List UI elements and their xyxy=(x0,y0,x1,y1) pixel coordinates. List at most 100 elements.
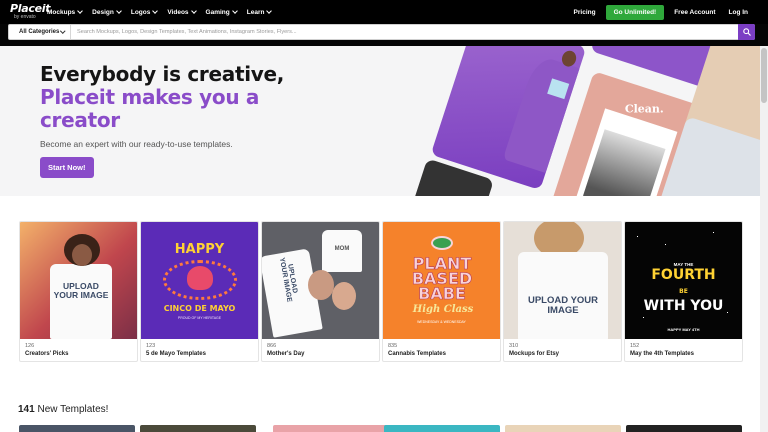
category-count: 866 xyxy=(267,343,277,349)
with-you-text: WITH YOU xyxy=(643,298,724,314)
happy-may-4th-text: HAPPY MAY 4TH xyxy=(667,327,700,332)
chevron-down-icon xyxy=(77,8,84,14)
go-unlimited-button[interactable]: Go Unlimited! xyxy=(605,4,665,20)
category-title: Creators' Picks xyxy=(25,351,69,357)
model-face xyxy=(72,244,92,266)
search-icon xyxy=(742,28,751,36)
category-title: Mother's Day xyxy=(267,351,305,357)
category-select-value: All Categories xyxy=(19,29,60,35)
category-thumbnail: UPLOAD YOUR IMAGE MOM xyxy=(262,222,379,339)
poster-clean-text: Clean. xyxy=(624,102,664,116)
menu-videos[interactable]: Videos xyxy=(167,8,197,16)
new-templates-row xyxy=(19,425,743,432)
top-navigation-bar: Placeit by envato Mockups Design Logos V… xyxy=(0,0,768,24)
menu-logos[interactable]: Logos xyxy=(130,8,159,16)
category-card-cannabis[interactable]: PLANT BASED BABE High Class WEDNESDAY & … xyxy=(382,221,501,362)
menu-learn[interactable]: Learn xyxy=(246,8,273,16)
fourth-headline: FOURTH BE WITH YOU xyxy=(625,268,742,313)
mayo-name-text: CINCO DE MAYO xyxy=(163,304,236,313)
login-link[interactable]: Log In xyxy=(729,9,749,16)
category-count: 835 xyxy=(388,343,398,349)
template-thumbnail[interactable] xyxy=(505,425,621,432)
poster-frame xyxy=(575,108,678,196)
logo-wordmark: Placeit xyxy=(10,2,51,15)
category-title: 5 de Mayo Templates xyxy=(146,351,206,357)
template-thumbnail[interactable] xyxy=(140,425,256,432)
category-thumbnail: MAY THE FOURTH BE WITH YOU HAPPY MAY 4TH xyxy=(625,222,742,339)
new-templates-heading: 141 New Templates! xyxy=(18,404,108,415)
menu-gaming[interactable]: Gaming xyxy=(205,8,238,16)
chevron-down-icon xyxy=(116,8,122,14)
hero-collage-image: Clean. xyxy=(408,46,768,196)
scrollbar-thumb[interactable] xyxy=(761,48,767,103)
new-templates-label: New Templates! xyxy=(37,404,109,415)
category-count: 152 xyxy=(630,343,640,349)
category-card-mothers-day[interactable]: UPLOAD YOUR IMAGE MOM 866 Mother's Day xyxy=(261,221,380,362)
hero-title-line2: Placeit makes you a creator xyxy=(40,85,260,132)
category-select[interactable]: All Categories xyxy=(9,25,71,39)
search-bar: All Categories xyxy=(0,24,768,46)
category-card-may-the-4th[interactable]: MAY THE FOURTH BE WITH YOU HAPPY MAY 4TH… xyxy=(624,221,743,362)
poster-photo xyxy=(583,129,666,196)
shirt-mom-text: MOM xyxy=(334,246,350,252)
template-thumbnail[interactable] xyxy=(273,425,389,432)
category-card-etsy[interactable]: UPLOAD YOUR IMAGE 310 Mockups for Etsy xyxy=(503,221,622,362)
shirt-upload-text: UPLOAD YOUR IMAGE xyxy=(53,281,109,300)
menu-learn-label: Learn xyxy=(246,8,265,16)
category-title: Mockups for Etsy xyxy=(509,351,560,357)
person-face xyxy=(332,282,356,310)
search-button[interactable] xyxy=(738,24,755,40)
new-templates-count: 141 xyxy=(18,404,35,415)
category-title: Cannabis Templates xyxy=(388,351,446,357)
placeit-logo[interactable]: Placeit by envato xyxy=(10,3,50,20)
account-links: Pricing Go Unlimited! Free Account Log I… xyxy=(574,0,748,24)
hero-subtitle: Become an expert with our ready-to-use t… xyxy=(40,139,233,149)
star-icon xyxy=(643,317,644,318)
search-box: All Categories xyxy=(8,24,755,40)
heart-icon xyxy=(187,266,213,290)
high-class-text: High Class xyxy=(412,304,474,315)
menu-design[interactable]: Design xyxy=(92,8,122,16)
category-card-cinco-de-mayo[interactable]: HAPPY CINCO DE MAYO PROUD OF MY HERITAGE… xyxy=(140,221,259,362)
category-card-creators-picks[interactable]: UPLOAD YOUR IMAGE 126 Creators' Picks xyxy=(19,221,138,362)
star-icon xyxy=(713,232,714,233)
page-scrollbar[interactable] xyxy=(760,46,768,432)
hero-banner: Everybody is creative, Placeit makes you… xyxy=(0,46,768,196)
mayo-proud-text: PROUD OF MY HERITAGE xyxy=(177,316,222,320)
template-thumbnail[interactable] xyxy=(19,425,135,432)
hero-title-line1: Everybody is creative, xyxy=(40,62,285,86)
template-thumbnail[interactable] xyxy=(626,425,742,432)
menu-mockups-label: Mockups xyxy=(47,8,76,16)
leaf-icon xyxy=(431,236,453,250)
chevron-down-icon xyxy=(152,8,159,14)
star-icon xyxy=(665,244,666,245)
be-text: BE xyxy=(679,288,688,295)
strain-text: WEDNESDAY & WEDNESDAY xyxy=(417,320,466,324)
menu-design-label: Design xyxy=(92,8,114,16)
category-thumbnail: PLANT BASED BABE High Class WEDNESDAY & … xyxy=(383,222,500,339)
menu-logos-label: Logos xyxy=(130,8,151,16)
star-icon xyxy=(637,236,638,237)
mom-shirt-graphic: MOM xyxy=(322,230,362,272)
pricing-link[interactable]: Pricing xyxy=(574,9,596,16)
fourth-text: FOURTH xyxy=(651,267,716,283)
category-carousel: UPLOAD YOUR IMAGE 126 Creators' Picks HA… xyxy=(19,221,743,363)
shirt-upload-text: UPLOAD YOUR IMAGE xyxy=(277,257,299,303)
tshirt-graphic: UPLOAD YOUR IMAGE xyxy=(50,264,112,339)
search-input[interactable] xyxy=(71,25,738,39)
category-count: 126 xyxy=(25,343,35,349)
hero-title: Everybody is creative, Placeit makes you… xyxy=(40,63,300,132)
menu-gaming-label: Gaming xyxy=(205,8,230,16)
chevron-down-icon xyxy=(59,28,65,34)
menu-mockups[interactable]: Mockups xyxy=(47,8,84,16)
template-thumbnail[interactable] xyxy=(384,425,500,432)
shirt-upload-text: UPLOAD YOUR IMAGE xyxy=(527,295,599,316)
main-menu: Mockups Design Logos Videos Gaming Learn xyxy=(47,0,273,24)
menu-videos-label: Videos xyxy=(167,8,189,16)
hero-copy: Everybody is creative, Placeit makes you… xyxy=(40,63,300,178)
chevron-down-icon xyxy=(266,8,273,14)
free-account-link[interactable]: Free Account xyxy=(674,9,715,16)
start-now-button[interactable]: Start Now! xyxy=(40,157,94,178)
mayo-happy-text: HAPPY xyxy=(174,242,225,257)
category-title: May the 4th Templates xyxy=(630,351,694,357)
